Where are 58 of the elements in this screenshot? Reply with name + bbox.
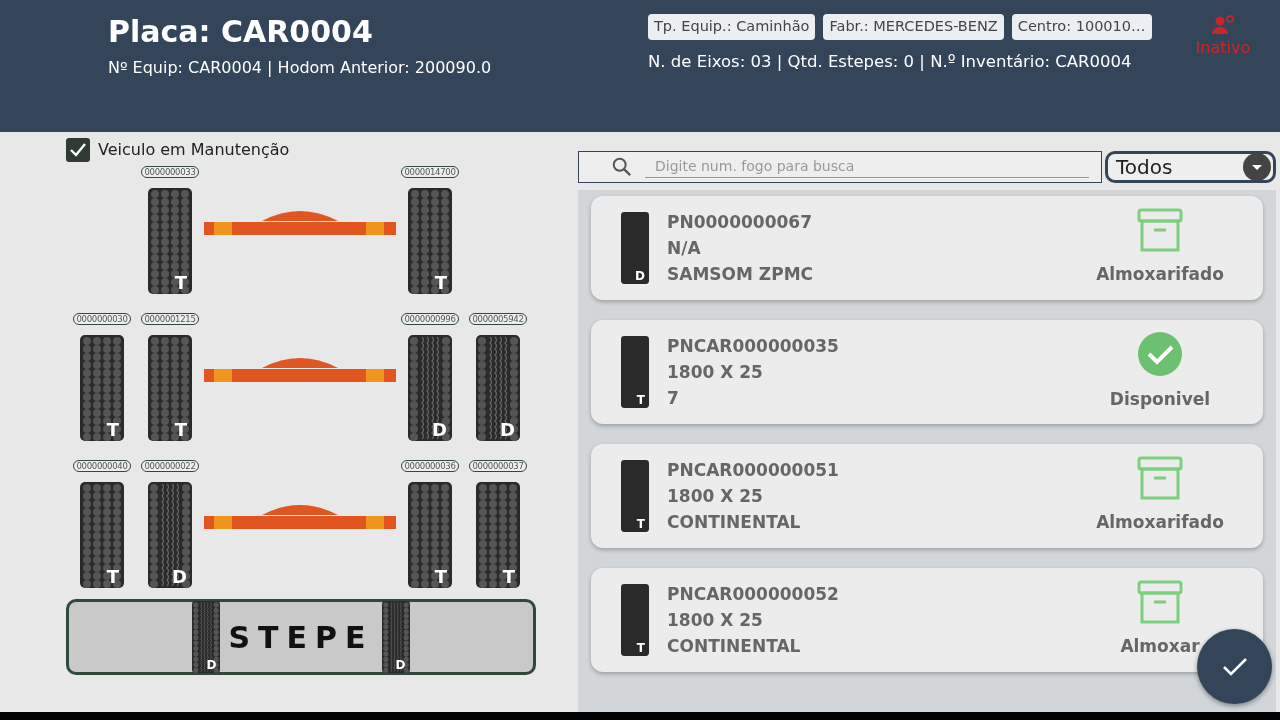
tire-drawing: D	[192, 601, 221, 673]
tire-card[interactable]: D PN0000000067 N/A SAMSOM ZPMC Almoxarifado	[591, 196, 1263, 300]
tire-drawing: D	[621, 212, 649, 284]
tire-position-label[interactable]: 0000000022	[141, 460, 199, 472]
tire-drawing: D	[381, 601, 410, 673]
tire-drawing: T	[408, 188, 452, 294]
filter-dropdown[interactable]: Todos	[1105, 151, 1276, 183]
tire-code: PNCAR000000051	[667, 459, 840, 482]
info-chip: Centro: 100010…	[1011, 14, 1152, 40]
spare-tires-panel[interactable]: D STEPE D	[66, 599, 536, 675]
tire-position-label[interactable]: 0000000036	[401, 460, 459, 472]
tire-drawing: D	[476, 335, 520, 441]
tire-drawing: D	[408, 335, 452, 441]
plate-title: Placa: CAR0004	[108, 14, 374, 50]
tire-card[interactable]: T PNCAR000000051 1800 X 25 CONTINENTAL Almoxarifado	[591, 444, 1263, 548]
tire-position-label[interactable]: 0000005942	[469, 313, 527, 325]
tire-code: PNCAR000000052	[667, 583, 840, 606]
tire-card[interactable]: T PNCAR000000052 1800 X 25 CONTINENTAL Almoxar	[591, 568, 1263, 672]
tire-drawing: T	[80, 482, 124, 588]
tire-drawing: T	[621, 584, 649, 656]
tire-detail: SAMSOM ZPMC	[667, 263, 815, 286]
tire-card[interactable]: T PNCAR000000035 1800 X 25 7 Disponivel	[591, 320, 1263, 424]
tire-drawing: T	[476, 482, 520, 588]
tire-status: Almoxar	[1120, 635, 1200, 659]
info-chip: Tp. Equip.: Caminhão	[648, 14, 816, 40]
tire-drawing: T	[80, 335, 124, 441]
tire-code: PNCAR000000035	[667, 335, 840, 358]
tire-detail: 7	[667, 387, 680, 410]
maintenance-label: Veiculo em Manutenção	[98, 139, 290, 161]
tire-detail: CONTINENTAL	[667, 511, 802, 534]
tire-detail: 1800 X 25	[667, 609, 764, 632]
tire-position-label[interactable]: 0000000996	[401, 313, 459, 325]
tire-position-label[interactable]: 0000000040	[73, 460, 131, 472]
tire-drawing: T	[621, 460, 649, 532]
tire-drawing: T	[148, 335, 192, 441]
tire-detail: 1800 X 25	[667, 485, 764, 508]
tire-position-label[interactable]: 0000000037	[469, 460, 527, 472]
info-chip: Fabr.: MERCEDES-BENZ	[823, 14, 1004, 40]
status-text: Inativo	[1195, 37, 1251, 59]
tire-drawing: T	[148, 188, 192, 294]
tire-position-label[interactable]: 0000000030	[73, 313, 131, 325]
tire-position-label[interactable]: 0000014700	[401, 166, 459, 178]
tire-position-label[interactable]: 0000001215	[141, 313, 199, 325]
spare-label: STEPE	[228, 618, 374, 657]
tire-position-label[interactable]: 0000000033	[141, 166, 199, 178]
axle-info-text: N. de Eixos: 03 | Qtd. Estepes: 0 | N.º Inventário: CAR0004	[648, 50, 1133, 73]
tire-drawing: D	[148, 482, 192, 588]
tire-detail: N/A	[667, 237, 702, 260]
tire-drawing: T	[408, 482, 452, 588]
search-field[interactable]: Digite num. fogo para busca	[578, 151, 1102, 183]
equipment-subtitle: Nº Equip: CAR0004 | Hodom Anterior: 200090.0	[108, 57, 493, 79]
tire-detail: CONTINENTAL	[667, 635, 802, 658]
tire-drawing: T	[621, 336, 649, 408]
tire-detail: 1800 X 25	[667, 361, 764, 384]
tire-status: Almoxarifado	[1096, 263, 1224, 287]
tire-status: Disponivel	[1109, 388, 1211, 412]
tire-code: PN0000000067	[667, 211, 813, 234]
tire-status: Almoxarifado	[1096, 511, 1224, 535]
